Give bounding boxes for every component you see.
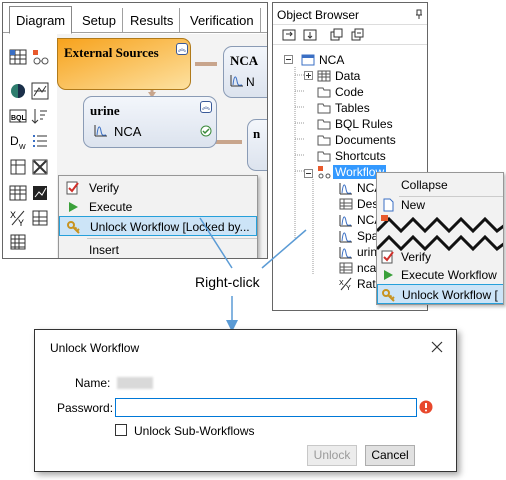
unlock-button[interactable]: Unlock [307, 445, 357, 466]
cancel-button[interactable]: Cancel [365, 445, 415, 466]
unlock-workflow-dialog: Unlock Workflow Name: Password: Unlock S… [34, 329, 457, 472]
name-label: Name: [75, 376, 111, 390]
right-click-label: Right-click [193, 274, 262, 290]
error-icon [419, 400, 433, 414]
dialog-title: Unlock Workflow [50, 341, 140, 355]
name-value-redacted [117, 377, 153, 389]
unlock-sub-workflows-label: Unlock Sub-Workflows [134, 424, 255, 438]
password-label: Password: [57, 401, 114, 415]
password-field[interactable] [115, 398, 417, 417]
close-icon[interactable] [431, 341, 443, 353]
unlock-sub-workflows-checkbox[interactable] [115, 424, 127, 436]
